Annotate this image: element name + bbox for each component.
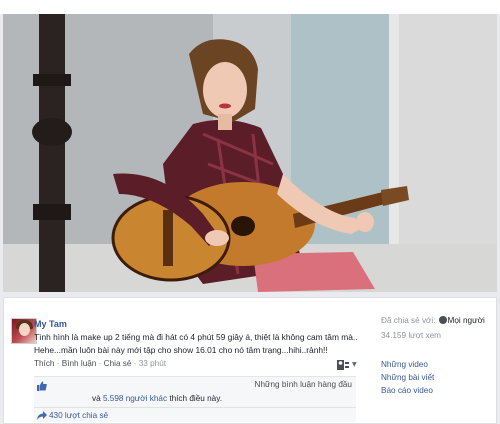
link-videos[interactable]: Những video <box>381 358 496 371</box>
video-frame <box>3 14 497 292</box>
separator: · <box>131 359 139 368</box>
share-link[interactable]: Chia sẻ <box>104 359 132 368</box>
sidebar-links: Những video Những bài viết Báo cáo video <box>381 358 496 397</box>
comment-link[interactable]: Bình luận <box>62 359 97 368</box>
share-arrow-icon <box>37 411 47 420</box>
globe-icon <box>438 316 447 324</box>
likes-box: Những bình luận hàng đầu và 5.598 người … <box>34 376 356 422</box>
chevron-down-icon[interactable]: ▼ <box>352 361 357 368</box>
likes-summary: và 5.598 người khác thích điều này. <box>92 394 222 403</box>
video-player[interactable] <box>3 14 497 292</box>
comment-order-select[interactable]: Những bình luận hàng đầu <box>255 380 352 389</box>
shared-with-label: Đã chia sẻ với: <box>381 316 436 325</box>
comment-sort-icon[interactable] <box>337 360 349 370</box>
likes-count-link[interactable]: 5.598 người khác <box>103 394 167 403</box>
share-count-row: 430 lượt chia sẻ <box>34 407 356 423</box>
post-panel: My Tam Tình hình là make up 2 tiếng mà đ… <box>3 297 497 424</box>
likes-suffix: thích điều này. <box>169 394 222 403</box>
caption-line-1: Tình hình là make up 2 tiếng mà đi hát c… <box>34 332 358 342</box>
audience-label[interactable]: Mọi người <box>448 316 485 325</box>
share-count-link[interactable]: 430 lượt chia sẻ <box>49 411 108 420</box>
post-author[interactable]: My Tam <box>34 319 67 329</box>
like-thumb-icon <box>37 381 47 391</box>
shared-with-row: Đã chia sẻ với: Mọi người <box>381 316 496 325</box>
post-actions: Thích · Bình luận · Chia sẻ · 33 phút <box>34 359 166 368</box>
separator: · <box>54 359 62 368</box>
avatar-face <box>19 323 30 336</box>
likes-prefix: và <box>92 394 101 403</box>
link-posts[interactable]: Những bài viết <box>381 371 496 384</box>
view-count: 34.159 lượt xem <box>381 331 442 340</box>
like-link[interactable]: Thích <box>34 359 54 368</box>
post-time[interactable]: 33 phút <box>139 359 166 368</box>
link-report-video[interactable]: Báo cáo video <box>381 384 496 397</box>
separator: · <box>96 359 104 368</box>
video-sidebar: Đã chia sẻ với: Mọi người 34.159 lượt xem… <box>381 316 496 397</box>
caption-line-2: Hehe...mần luôn bài này mới tập cho show… <box>34 345 328 355</box>
top-strip <box>0 0 500 14</box>
post-caption: Tình hình là make up 2 tiếng mà đi hát c… <box>34 331 374 357</box>
